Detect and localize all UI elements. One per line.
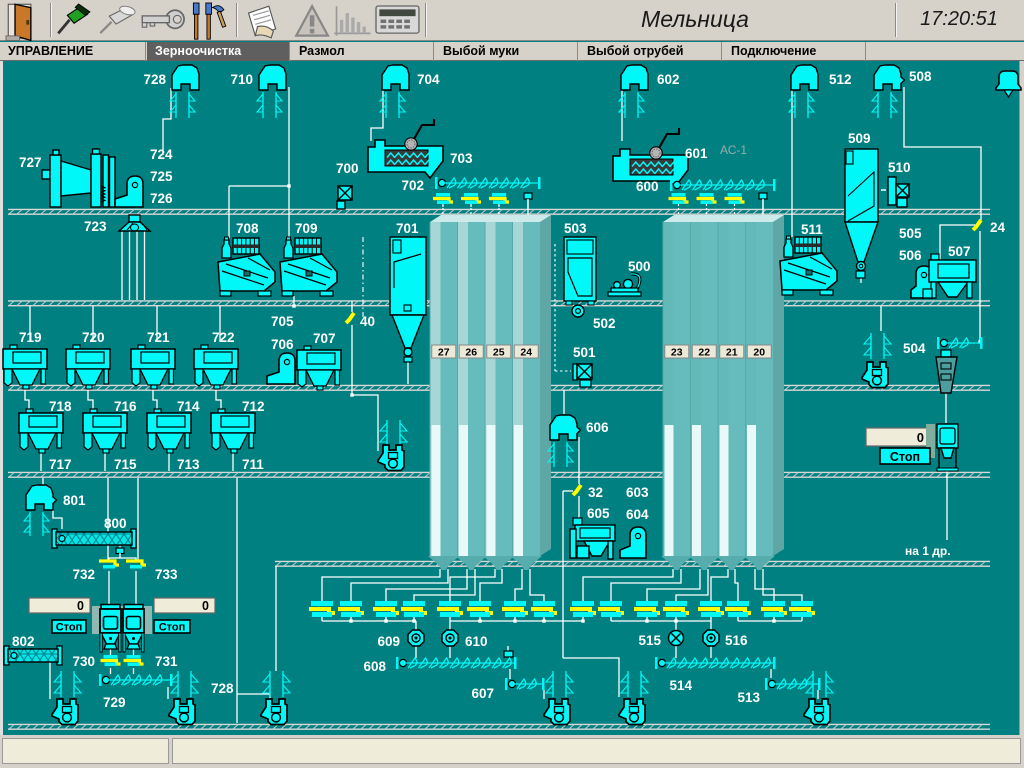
svg-text:23: 23 xyxy=(671,347,683,359)
svg-text:26: 26 xyxy=(465,347,477,359)
svg-text:730: 730 xyxy=(72,654,95,669)
svg-text:24: 24 xyxy=(520,347,532,359)
svg-text:515: 515 xyxy=(638,633,661,648)
svg-text:701: 701 xyxy=(396,221,419,236)
svg-text:604: 604 xyxy=(626,507,649,522)
svg-text:704: 704 xyxy=(417,72,440,87)
svg-text:802: 802 xyxy=(12,634,35,649)
svg-text:705: 705 xyxy=(271,314,294,329)
svg-text:Стоп: Стоп xyxy=(159,622,186,634)
svg-text:801: 801 xyxy=(63,493,86,508)
svg-text:709: 709 xyxy=(295,221,318,236)
svg-text:711: 711 xyxy=(242,457,264,472)
svg-text:506: 506 xyxy=(899,248,922,263)
svg-text:712: 712 xyxy=(242,399,265,414)
svg-text:707: 707 xyxy=(313,331,336,346)
svg-text:733: 733 xyxy=(155,567,178,582)
svg-text:603: 603 xyxy=(626,485,649,500)
svg-text:710: 710 xyxy=(230,72,253,87)
svg-text:Стоп: Стоп xyxy=(890,450,920,464)
svg-text:732: 732 xyxy=(72,567,95,582)
svg-text:20: 20 xyxy=(753,347,765,359)
svg-text:706: 706 xyxy=(271,337,294,352)
svg-text:722: 722 xyxy=(212,330,235,345)
svg-text:715: 715 xyxy=(114,457,137,472)
svg-text:510: 510 xyxy=(888,160,911,175)
svg-text:512: 512 xyxy=(829,72,852,87)
svg-text:505: 505 xyxy=(899,226,922,241)
svg-text:Стоп: Стоп xyxy=(56,622,83,634)
svg-text:716: 716 xyxy=(114,399,137,414)
svg-text:32: 32 xyxy=(588,485,603,500)
svg-text:600: 600 xyxy=(636,179,659,194)
svg-text:717: 717 xyxy=(49,457,72,472)
svg-text:700: 700 xyxy=(336,161,359,176)
svg-text:723: 723 xyxy=(84,219,107,234)
svg-text:509: 509 xyxy=(848,131,871,146)
svg-text:502: 502 xyxy=(593,316,616,331)
svg-text:508: 508 xyxy=(909,69,932,84)
svg-text:503: 503 xyxy=(564,221,587,236)
svg-text:727: 727 xyxy=(19,155,42,170)
svg-text:АС-1: АС-1 xyxy=(720,143,747,157)
svg-text:719: 719 xyxy=(19,330,42,345)
svg-text:731: 731 xyxy=(155,654,178,669)
svg-text:516: 516 xyxy=(725,633,748,648)
svg-text:702: 702 xyxy=(401,178,424,193)
svg-text:724: 724 xyxy=(150,147,173,162)
svg-text:726: 726 xyxy=(150,191,173,206)
svg-text:713: 713 xyxy=(177,457,200,472)
svg-text:606: 606 xyxy=(586,420,609,435)
svg-text:501: 501 xyxy=(573,345,596,360)
svg-text:725: 725 xyxy=(150,169,173,184)
svg-text:721: 721 xyxy=(147,330,170,345)
svg-text:40: 40 xyxy=(360,314,375,329)
svg-text:728: 728 xyxy=(211,681,234,696)
svg-text:800: 800 xyxy=(104,516,127,531)
svg-text:0: 0 xyxy=(917,430,924,445)
svg-text:24: 24 xyxy=(990,220,1006,235)
svg-text:605: 605 xyxy=(587,506,610,521)
svg-text:703: 703 xyxy=(450,151,473,166)
svg-text:500: 500 xyxy=(628,259,651,274)
svg-text:718: 718 xyxy=(49,399,72,414)
svg-text:513: 513 xyxy=(737,690,760,705)
svg-text:609: 609 xyxy=(377,634,400,649)
svg-text:507: 507 xyxy=(948,244,971,259)
svg-text:504: 504 xyxy=(903,341,926,356)
svg-text:602: 602 xyxy=(657,72,680,87)
svg-text:714: 714 xyxy=(177,399,200,414)
svg-text:21: 21 xyxy=(726,347,738,359)
svg-text:708: 708 xyxy=(236,221,259,236)
svg-text:на 1 др.: на 1 др. xyxy=(905,544,951,558)
svg-text:728: 728 xyxy=(143,72,166,87)
svg-text:610: 610 xyxy=(465,634,488,649)
svg-text:0: 0 xyxy=(77,599,84,613)
svg-text:514: 514 xyxy=(669,678,692,693)
svg-text:720: 720 xyxy=(82,330,105,345)
svg-text:729: 729 xyxy=(103,695,126,710)
svg-text:22: 22 xyxy=(698,347,710,359)
svg-text:27: 27 xyxy=(438,347,450,359)
svg-text:0: 0 xyxy=(202,599,209,613)
svg-text:511: 511 xyxy=(801,222,823,237)
svg-text:25: 25 xyxy=(493,347,505,359)
svg-text:607: 607 xyxy=(471,686,494,701)
svg-text:601: 601 xyxy=(685,146,708,161)
svg-text:608: 608 xyxy=(363,659,386,674)
